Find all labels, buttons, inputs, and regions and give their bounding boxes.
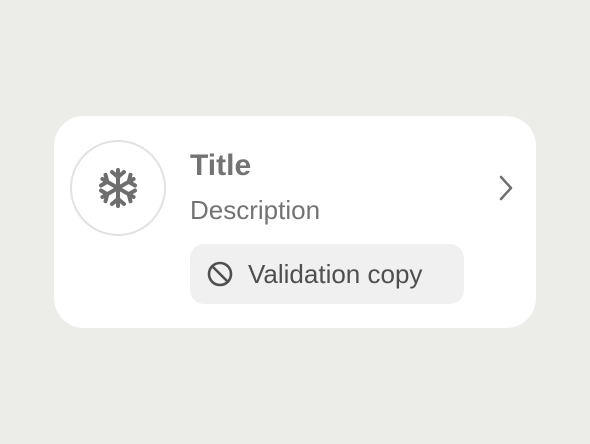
item-title: Title bbox=[190, 149, 252, 182]
item-description: Description bbox=[190, 195, 321, 225]
validation-chip: Validation copy bbox=[190, 244, 464, 304]
ban-icon bbox=[206, 260, 234, 288]
avatar bbox=[70, 140, 166, 236]
list-item-card[interactable]: Title Description Validation copy bbox=[54, 116, 536, 328]
validation-text: Validation copy bbox=[248, 259, 423, 289]
chevron-right-icon[interactable] bbox=[492, 172, 520, 204]
snowflake-icon bbox=[99, 168, 137, 208]
